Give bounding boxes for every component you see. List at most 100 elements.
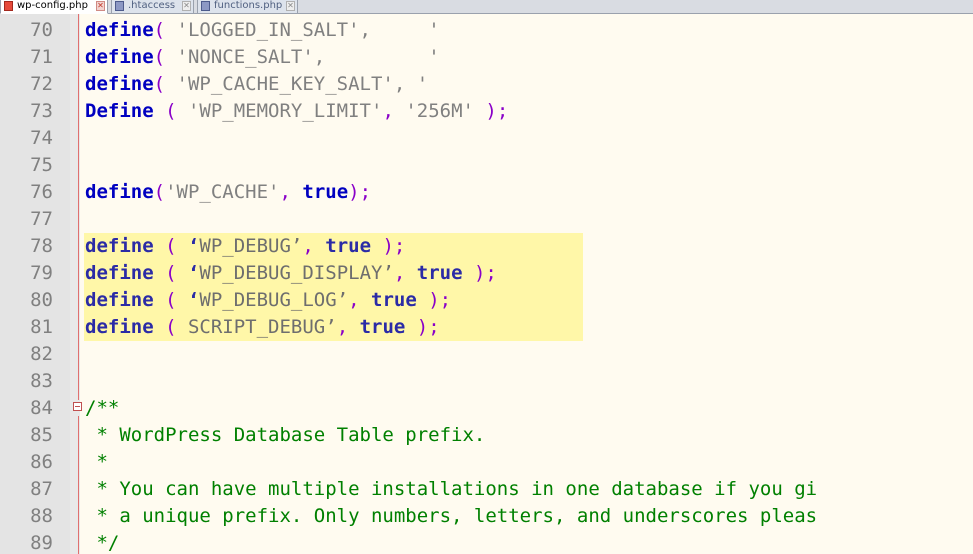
code-line[interactable]: 78 define ( ‘WP_DEBUG’, true ); <box>0 233 973 260</box>
line-number: 78 <box>30 235 53 257</box>
code-line[interactable]: 74 <box>0 125 973 152</box>
code-line[interactable]: 88 * a unique prefix. Only numbers, lett… <box>0 503 973 530</box>
code-token: 'LOGGED_IN_SALT', ' <box>176 19 440 41</box>
code-token: ); <box>348 181 372 203</box>
code-token: 'NONCE_SALT', ' <box>176 46 440 68</box>
code-token: ); <box>371 235 406 257</box>
code-token: true <box>371 289 417 311</box>
line-number: 82 <box>30 343 53 365</box>
code-line[interactable]: 70 define( 'LOGGED_IN_SALT', ' <box>0 17 973 44</box>
code-line[interactable]: 76 define('WP_CACHE', true); <box>0 179 973 206</box>
code-token: define <box>85 181 154 203</box>
code-line[interactable]: 73 Define ( 'WP_MEMORY_LIMIT', '256M' ); <box>0 98 973 125</box>
code-token: WP_DEBUG’ <box>199 235 303 257</box>
php-file-icon <box>4 1 13 11</box>
close-icon[interactable]: ✕ <box>286 1 295 11</box>
line-code: * a unique prefix. Only numbers, letters… <box>85 503 817 530</box>
code-token: */ <box>85 532 120 554</box>
tab-htaccess[interactable]: .htaccess ✕ <box>111 0 194 14</box>
code-line[interactable]: 83 <box>0 368 973 395</box>
tab-functions[interactable]: functions.php ✕ <box>197 0 298 14</box>
code-line[interactable]: 86 * <box>0 449 973 476</box>
code-token: true <box>302 181 349 203</box>
code-token: /** <box>85 397 120 419</box>
line-number: 73 <box>30 100 53 122</box>
code-token: ( <box>153 289 188 311</box>
code-token: WP_DEBUG_LOG’ <box>199 289 349 311</box>
line-number: 83 <box>30 370 53 392</box>
line-code: define( 'NONCE_SALT', ' <box>85 44 440 71</box>
code-token: define <box>85 316 154 338</box>
code-token: '256M' <box>405 100 474 122</box>
line-number: 75 <box>30 154 53 176</box>
code-token: WP_DEBUG_DISPLAY’ <box>199 262 394 284</box>
code-token: true <box>359 316 406 338</box>
code-token: 'WP_MEMORY_LIMIT' <box>187 100 383 122</box>
code-token: ( <box>153 19 177 41</box>
code-token: * WordPress Database Table prefix. <box>85 424 486 446</box>
code-token: , <box>348 289 372 311</box>
code-token: ( <box>153 235 188 257</box>
code-token: ‘ <box>187 262 200 284</box>
tab-label: .htaccess <box>128 0 176 11</box>
code-line[interactable]: 84 /** <box>0 395 973 422</box>
close-icon[interactable]: ✕ <box>182 1 191 11</box>
code-token: define <box>85 235 154 257</box>
code-line[interactable]: 85 * WordPress Database Table prefix. <box>0 422 973 449</box>
code-line[interactable]: 71 define( 'NONCE_SALT', ' <box>0 44 973 71</box>
code-line[interactable]: 80 define ( ‘WP_DEBUG_LOG’, true ); <box>0 287 973 314</box>
code-token: ( <box>153 73 177 95</box>
code-token: 'WP_CACHE' <box>165 181 280 203</box>
line-number: 77 <box>30 208 53 230</box>
line-number: 84 <box>30 397 53 419</box>
line-number: 88 <box>30 505 53 527</box>
line-number: 71 <box>30 46 53 68</box>
code-token: ); <box>405 316 440 338</box>
code-token: true <box>325 235 372 257</box>
line-number: 89 <box>30 532 53 554</box>
code-line[interactable]: 87 * You can have multiple installations… <box>0 476 973 503</box>
code-line[interactable]: 72 define( 'WP_CACHE_KEY_SALT', ' <box>0 71 973 98</box>
code-editor[interactable]: 70 define( 'LOGGED_IN_SALT', ' 71 define( '… <box>0 14 973 554</box>
code-line[interactable]: 89 */ <box>0 530 973 554</box>
line-code: define ( ‘WP_DEBUG_DISPLAY’, true ); <box>85 260 497 287</box>
line-number: 80 <box>30 289 53 311</box>
code-token: ( <box>153 100 188 122</box>
line-number: 86 <box>30 451 53 473</box>
code-line[interactable]: 75 <box>0 152 973 179</box>
line-code: * <box>85 449 107 476</box>
code-token: SCRIPT_DEBUG’ <box>187 316 337 338</box>
line-code: define ( ‘WP_DEBUG’, true ); <box>85 233 405 260</box>
code-token: ( <box>153 316 188 338</box>
line-number: 72 <box>30 73 53 95</box>
file-icon <box>201 1 210 11</box>
line-code: define( 'LOGGED_IN_SALT', ' <box>85 17 440 44</box>
close-icon[interactable]: ✕ <box>96 1 105 11</box>
line-number: 85 <box>30 424 53 446</box>
line-number: 74 <box>30 127 53 149</box>
line-code: /** <box>85 395 119 422</box>
code-token: , <box>279 181 303 203</box>
code-token: * a unique prefix. Only numbers, letters… <box>85 505 818 527</box>
code-token: 'WP_CACHE_KEY_SALT', ' <box>176 73 429 95</box>
tab-wp-config[interactable]: wp-config.php ✕ <box>0 0 108 14</box>
code-line[interactable]: 82 <box>0 341 973 368</box>
line-code: define ( ‘WP_DEBUG_LOG’, true ); <box>85 287 451 314</box>
tab-label: wp-config.php <box>17 0 88 11</box>
line-code: define('WP_CACHE', true); <box>85 179 371 206</box>
code-token: define <box>85 289 154 311</box>
code-token: , <box>336 316 360 338</box>
code-token: ( <box>153 181 166 203</box>
code-line[interactable]: 77 <box>0 206 973 233</box>
line-number: 87 <box>30 478 53 500</box>
line-number: 70 <box>30 19 53 41</box>
code-token: , <box>302 235 326 257</box>
code-token: define <box>85 73 154 95</box>
code-token: ); <box>416 289 452 311</box>
code-line[interactable]: 81 define ( SCRIPT_DEBUG’, true ); <box>0 314 973 341</box>
code-token: define <box>85 19 154 41</box>
line-code: * You can have multiple installations in… <box>85 476 817 503</box>
code-token: * You can have multiple installations in… <box>85 478 818 500</box>
code-line[interactable]: 79 define ( ‘WP_DEBUG_DISPLAY’, true ); <box>0 260 973 287</box>
code-token: define <box>85 262 154 284</box>
